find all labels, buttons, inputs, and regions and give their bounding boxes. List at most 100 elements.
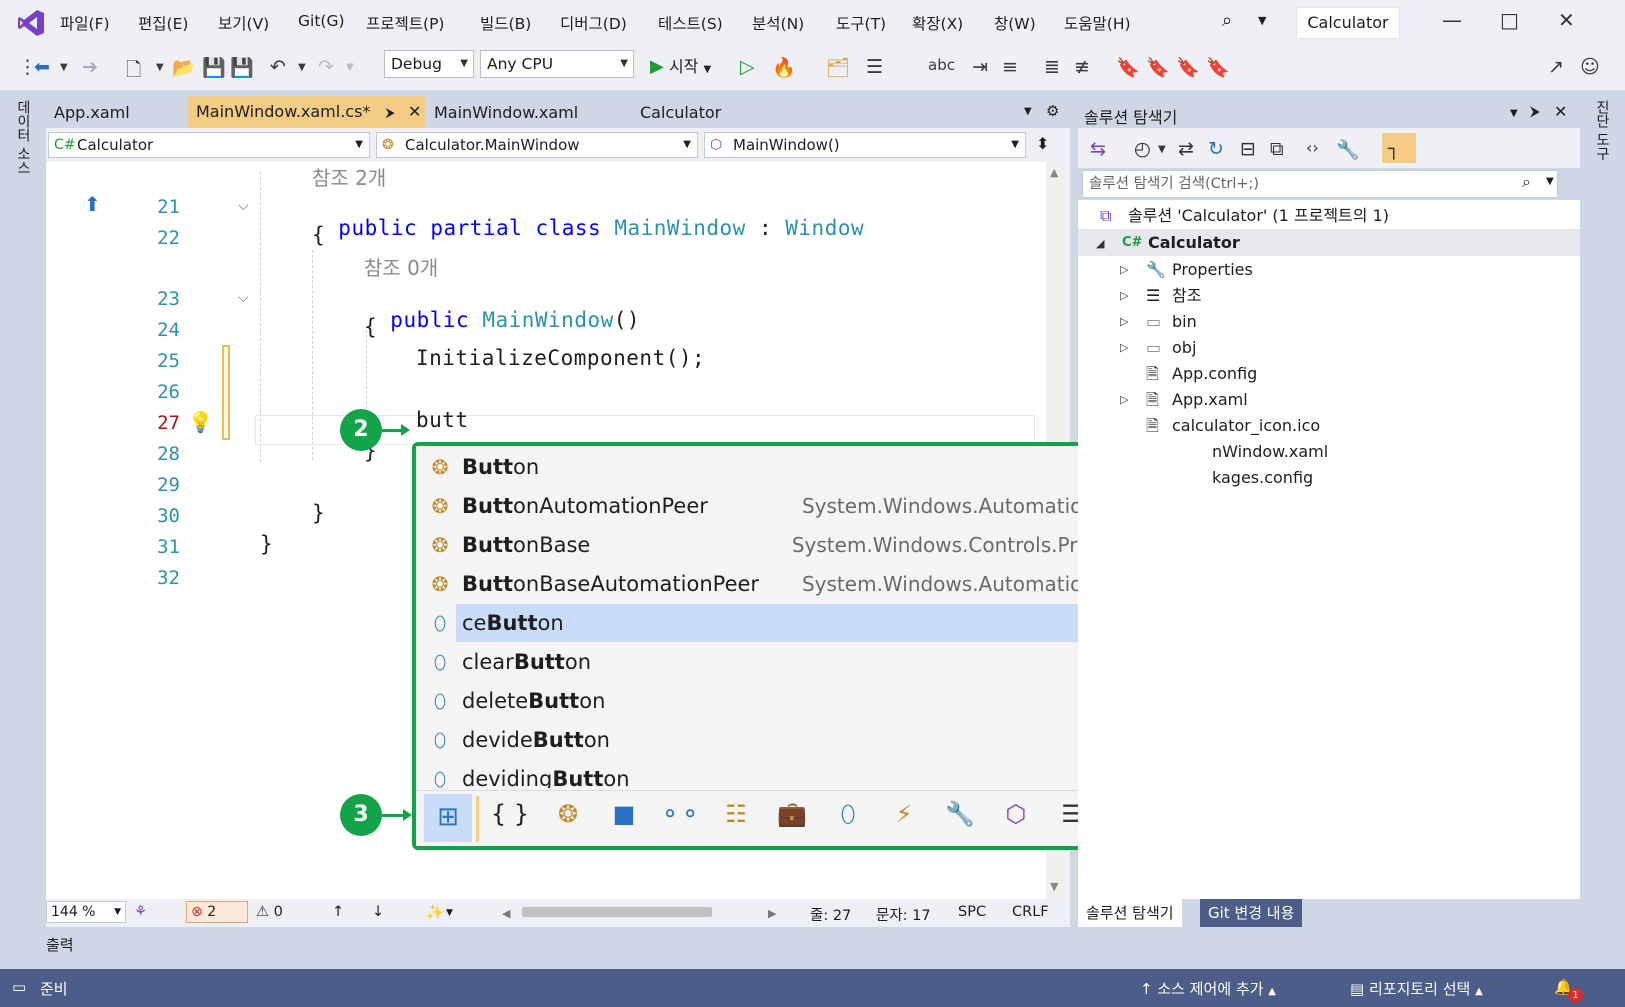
completion-item[interactable]: ⬯ devideButton bbox=[420, 721, 1170, 759]
chevron-down-icon[interactable]: ▼ bbox=[298, 62, 306, 73]
completion-item[interactable]: ❂ ButtonBaseAutomationPeer System.Window… bbox=[420, 565, 1170, 603]
forward-icon[interactable]: ➔ bbox=[82, 56, 98, 78]
feedback-icon[interactable]: ☺ bbox=[1580, 56, 1600, 78]
member-dropdown[interactable]: ⬡ MainWindow() ▼ bbox=[704, 132, 1026, 158]
chevron-down-icon[interactable]: ▼ bbox=[156, 62, 164, 73]
event-filter-icon[interactable]: ⚡ bbox=[884, 800, 924, 828]
tab-app-xaml[interactable]: App.xaml bbox=[46, 98, 186, 128]
inheritance-margin-icon[interactable]: ⬆ bbox=[84, 192, 101, 216]
menu-window[interactable]: 창(W) bbox=[994, 12, 1036, 34]
spellcheck-icon[interactable]: abc bbox=[928, 56, 955, 74]
collapsed-icon[interactable]: ▷ bbox=[1120, 386, 1128, 413]
tab-list-dropdown-icon[interactable]: ▼ bbox=[1024, 106, 1032, 117]
undo-icon[interactable]: ↶ bbox=[270, 56, 286, 78]
menu-edit[interactable]: 편집(E) bbox=[138, 12, 188, 34]
collapse-all-icon[interactable]: ⊟ bbox=[1240, 138, 1256, 160]
scroll-down-icon[interactable]: ▼ bbox=[1050, 880, 1058, 893]
bookmark-icon[interactable]: 🔖 bbox=[1116, 56, 1140, 79]
tab-git-changes[interactable]: Git 변경 내용 bbox=[1200, 899, 1303, 927]
scroll-left-icon[interactable]: ◀ bbox=[502, 907, 510, 920]
menu-debug[interactable]: 디버그(D) bbox=[560, 12, 627, 34]
error-count[interactable]: ⊗ 2 bbox=[186, 901, 248, 923]
menu-tools[interactable]: 도구(T) bbox=[836, 12, 886, 34]
start-debug-button[interactable]: ▶ 시작 ▼ bbox=[650, 53, 711, 77]
chevron-down-icon[interactable]: ▼ bbox=[1158, 144, 1166, 155]
chevron-down-icon[interactable]: ▼ bbox=[60, 62, 68, 73]
menu-test[interactable]: 테스트(S) bbox=[658, 12, 723, 34]
visual-studio-logo-icon[interactable] bbox=[16, 8, 46, 38]
lightbulb-error-icon[interactable]: 💡 bbox=[188, 410, 213, 434]
collapsed-icon[interactable]: ▷ bbox=[1120, 256, 1128, 283]
open-folder-icon[interactable]: 📂 bbox=[172, 56, 196, 79]
completion-item[interactable]: ⬯ devidingButton bbox=[420, 760, 1170, 788]
method-filter-icon[interactable]: ⬡ bbox=[996, 800, 1036, 828]
class-filter-icon[interactable]: ❂ bbox=[548, 800, 588, 828]
diagnostic-tools-tab[interactable]: 진단 도구 bbox=[1592, 100, 1612, 160]
interface-filter-icon[interactable]: ⚬⚬ bbox=[660, 800, 700, 828]
preview-icon[interactable]: ┐ bbox=[1388, 138, 1399, 160]
tab-mainwindow-xaml-cs[interactable]: MainWindow.xaml.cs* ⮞ ✕ bbox=[188, 96, 426, 128]
menu-file[interactable]: 파일(F) bbox=[60, 12, 110, 34]
layout-icon[interactable]: ☰ bbox=[866, 56, 883, 78]
zoom-select[interactable]: 144 % ▼ bbox=[46, 901, 126, 923]
chevron-down-icon[interactable]: ▼ bbox=[1546, 176, 1554, 187]
close-tab-icon[interactable]: ✕ bbox=[408, 102, 421, 121]
add-to-source-control-button[interactable]: ↑ 소스 제어에 추가 ▲ bbox=[1140, 978, 1276, 999]
chevron-down-icon[interactable]: ▼ bbox=[1258, 14, 1266, 27]
code-health-icon[interactable]: ⚘ bbox=[134, 904, 147, 920]
expanded-icon[interactable]: ◢ bbox=[1096, 230, 1104, 257]
output-tab[interactable]: 출력 bbox=[46, 934, 74, 955]
delegate-filter-icon[interactable]: 💼 bbox=[772, 800, 812, 828]
class-dropdown[interactable]: ❂ Calculator.MainWindow ▼ bbox=[376, 132, 698, 158]
completion-item[interactable]: ❂ ButtonBase System.Windows.Controls.Pri… bbox=[420, 526, 1170, 564]
pin-icon[interactable]: ⮞ bbox=[386, 106, 395, 121]
expander-filter-icon[interactable]: ⊞ bbox=[424, 794, 472, 842]
warning-count[interactable]: ⚠ 0 bbox=[256, 904, 283, 920]
data-sources-tab[interactable]: 데이터 소스 bbox=[13, 100, 33, 174]
completion-item[interactable]: ⬯ deleteButton bbox=[420, 682, 1170, 720]
chevron-down-icon[interactable]: ▼ bbox=[446, 908, 453, 918]
format-icon[interactable]: ≡ bbox=[1002, 56, 1018, 78]
horizontal-scroll-thumb[interactable] bbox=[522, 907, 712, 917]
collapse-icon[interactable]: ⌵ bbox=[238, 198, 249, 214]
tab-mainwindow-xaml[interactable]: MainWindow.xaml bbox=[426, 98, 630, 128]
hot-reload-icon[interactable]: 🔥 bbox=[772, 56, 796, 79]
menu-extensions[interactable]: 확장(X) bbox=[912, 12, 963, 34]
save-icon[interactable]: 💾 bbox=[202, 56, 226, 79]
collapsed-icon[interactable]: ▷ bbox=[1120, 334, 1128, 361]
solution-platform-select[interactable]: Any CPU ▼ bbox=[480, 50, 634, 78]
menu-project[interactable]: 프로젝트(P) bbox=[366, 12, 444, 34]
project-dropdown[interactable]: C# Calculator ▼ bbox=[48, 132, 370, 158]
refresh-icon[interactable]: ↻ bbox=[1208, 138, 1224, 160]
sync-icon[interactable]: ⇄ bbox=[1178, 138, 1194, 160]
maximize-icon[interactable]: □ bbox=[1500, 8, 1519, 32]
split-window-icon[interactable]: ⬍ bbox=[1036, 134, 1049, 153]
close-icon[interactable]: ✕ bbox=[1558, 8, 1575, 32]
next-bookmark-icon[interactable]: 🔖 bbox=[1176, 56, 1200, 79]
properties-icon[interactable]: 🔧 bbox=[1336, 138, 1360, 161]
chevron-down-icon[interactable]: ▼ bbox=[1510, 108, 1518, 119]
scroll-right-icon[interactable]: ▶ bbox=[768, 907, 776, 920]
struct-filter-icon[interactable]: ■ bbox=[604, 800, 644, 828]
solution-config-select[interactable]: Debug ▼ bbox=[384, 50, 474, 78]
chevron-down-icon[interactable]: ▼ bbox=[346, 62, 354, 73]
collapsed-icon[interactable]: ▷ bbox=[1120, 308, 1128, 335]
share-icon[interactable]: ↗ bbox=[1548, 56, 1564, 78]
code-lens-references[interactable]: 참조 2개 bbox=[312, 162, 386, 191]
tab-solution-explorer[interactable]: 솔루션 탐색기 bbox=[1078, 899, 1182, 927]
menu-view[interactable]: 보기(V) bbox=[218, 12, 269, 34]
menu-git[interactable]: Git(G) bbox=[298, 12, 345, 30]
search-icon[interactable]: ⌕ bbox=[1522, 172, 1531, 192]
collapsed-icon[interactable]: ▷ bbox=[1120, 282, 1128, 309]
close-icon[interactable]: ✕ bbox=[1554, 102, 1567, 121]
browse-icon[interactable]: 🗂 bbox=[826, 56, 850, 79]
previous-issue-icon[interactable]: ↑ bbox=[332, 904, 344, 920]
switch-views-icon[interactable]: ⇆ bbox=[1090, 138, 1106, 160]
enum-filter-icon[interactable]: ☷ bbox=[716, 800, 756, 828]
comment-icon[interactable]: ≣ bbox=[1044, 56, 1060, 78]
search-icon[interactable]: ⌕ bbox=[1222, 10, 1232, 31]
save-all-icon[interactable]: 💾 bbox=[230, 56, 254, 79]
show-all-files-icon[interactable]: ⧉ bbox=[1270, 138, 1284, 160]
completion-item[interactable]: ❂ Button bbox=[420, 448, 1170, 486]
solution-explorer-search[interactable]: 솔루션 탐색기 검색(Ctrl+;) bbox=[1082, 170, 1558, 198]
